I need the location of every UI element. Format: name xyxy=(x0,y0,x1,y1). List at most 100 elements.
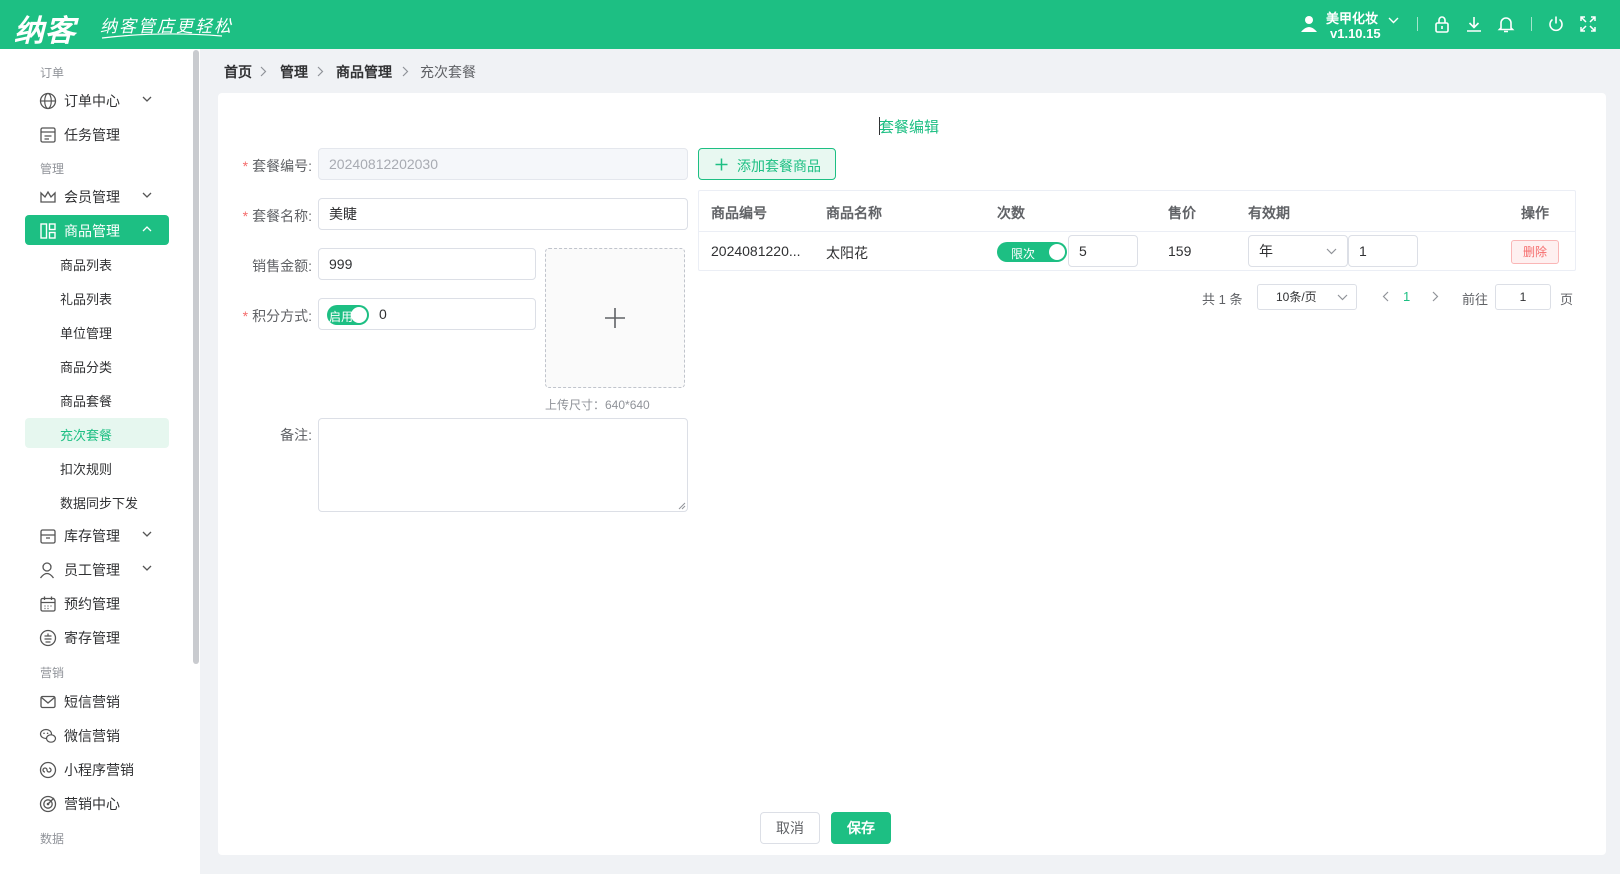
sidebar-item-order-center[interactable]: 订单中心 xyxy=(25,85,169,115)
chevron-up-icon xyxy=(142,226,152,232)
sidebar-subitem-gift-list[interactable]: 礼品列表 xyxy=(25,282,169,312)
sidebar-subitem-data-sync[interactable]: 数据同步下发 xyxy=(25,486,169,516)
prev-page-icon[interactable] xyxy=(1382,291,1389,302)
add-package-product-button[interactable]: 添加套餐商品 xyxy=(698,148,836,180)
sidebar-item-product-management[interactable]: 商品管理 xyxy=(25,215,169,245)
power-icon[interactable] xyxy=(1546,14,1566,34)
box-icon xyxy=(40,529,56,544)
next-page-icon[interactable] xyxy=(1432,291,1439,302)
sidebar-subitem-label: 扣次规则 xyxy=(60,462,113,477)
required-mark: * xyxy=(242,158,249,174)
sidebar-item-wechat-marketing[interactable]: 微信营销 xyxy=(25,720,169,750)
chevron-down-icon xyxy=(142,192,152,198)
table-header: 商品编号 xyxy=(711,205,767,221)
sidebar-item-label: 会员管理 xyxy=(64,189,120,205)
sidebar-item-marketing-center[interactable]: 营销中心 xyxy=(25,788,169,818)
lock-icon[interactable] xyxy=(1432,14,1452,34)
sidebar-subitem-product-category[interactable]: 商品分类 xyxy=(25,350,169,380)
table-divider xyxy=(699,231,1575,232)
page-size-select[interactable]: 10条/页 xyxy=(1257,284,1357,310)
fullscreen-icon[interactable] xyxy=(1578,14,1598,34)
sidebar-subitem-recharge-package[interactable]: 充次套餐 xyxy=(25,418,169,448)
delete-button[interactable]: 删除 xyxy=(1511,240,1559,264)
cell-product-code: 2024081220... xyxy=(711,243,801,259)
sidebar-item-label: 寄存管理 xyxy=(64,630,120,646)
sidebar-item-sms-marketing[interactable]: 短信营销 xyxy=(25,686,169,716)
logo: 纳客 xyxy=(14,14,76,49)
table-header: 商品名称 xyxy=(826,205,882,221)
divider xyxy=(1417,17,1418,31)
required-mark: * xyxy=(242,308,249,324)
sidebar-subitem-label: 数据同步下发 xyxy=(60,496,139,511)
code-label-text: 套餐编号: xyxy=(252,158,312,174)
toggle-text: 限次 xyxy=(1011,247,1036,261)
sidebar-section-marketing: 营销 xyxy=(40,666,65,680)
toggle-text: 启用 xyxy=(329,310,354,324)
validity-unit-select[interactable]: 年 xyxy=(1248,235,1348,267)
sidebar-section-data: 数据 xyxy=(40,832,65,846)
remark-textarea[interactable] xyxy=(318,418,688,512)
resize-handle-icon xyxy=(678,502,686,510)
amount-label: 销售金额: xyxy=(252,258,312,274)
chevron-down-icon xyxy=(142,565,152,571)
chevron-down-icon xyxy=(1326,248,1337,255)
validity-value-input[interactable]: 1 xyxy=(1348,235,1418,267)
page-size-value: 10条/页 xyxy=(1276,290,1317,304)
sidebar-item-miniprogram-marketing[interactable]: 小程序营销 xyxy=(25,754,169,784)
sale-amount-input[interactable]: 999 xyxy=(318,248,536,280)
breadcrumb-home[interactable]: 首页 xyxy=(224,62,252,82)
sidebar-subitem-unit-management[interactable]: 单位管理 xyxy=(25,316,169,346)
image-upload[interactable] xyxy=(545,248,685,388)
table-header: 次数 xyxy=(997,205,1025,221)
breadcrumb-product-management[interactable]: 商品管理 xyxy=(336,62,392,82)
globe-icon xyxy=(39,92,57,110)
goto-page-input[interactable]: 1 xyxy=(1495,284,1551,310)
sidebar-item-staff-management[interactable]: 员工管理 xyxy=(25,554,169,584)
plus-icon xyxy=(715,158,728,171)
save-button[interactable]: 保存 xyxy=(831,812,891,844)
sidebar-item-label: 预约管理 xyxy=(64,596,120,612)
sidebar-item-label: 员工管理 xyxy=(64,562,120,578)
user-name: 美甲化妆 xyxy=(1326,11,1379,26)
pagination-total: 共 1 条 xyxy=(1202,292,1243,307)
page-number[interactable]: 1 xyxy=(1403,289,1410,304)
sidebar-subitem-label: 商品套餐 xyxy=(60,394,113,409)
sidebar-item-inventory-management[interactable]: 库存管理 xyxy=(25,520,169,550)
select-value: 年 xyxy=(1259,243,1273,259)
bell-icon[interactable] xyxy=(1496,14,1516,34)
sidebar-subitem-product-package[interactable]: 商品套餐 xyxy=(25,384,169,414)
points-enable-toggle[interactable]: 启用 xyxy=(327,305,369,325)
slogan-swoosh xyxy=(101,33,223,39)
sidebar-subitem-deduction-rules[interactable]: 扣次规则 xyxy=(25,452,169,482)
sidebar-scrollbar[interactable] xyxy=(193,50,199,664)
grid-icon xyxy=(40,223,56,239)
sidebar-item-member-management[interactable]: 会员管理 xyxy=(25,181,169,211)
table-header: 售价 xyxy=(1168,205,1196,221)
sidebar-section-management: 管理 xyxy=(40,162,65,176)
breadcrumb-management[interactable]: 管理 xyxy=(280,62,308,82)
sidebar-subitem-product-list[interactable]: 商品列表 xyxy=(25,248,169,278)
sidebar-subitem-label: 充次套餐 xyxy=(60,428,113,443)
sidebar-item-appointment-management[interactable]: 预约管理 xyxy=(25,588,169,618)
package-code-input[interactable]: 20240812202030 xyxy=(318,148,688,180)
sidebar-item-deposit-management[interactable]: 寄存管理 xyxy=(25,622,169,652)
breadcrumb-current: 充次套餐 xyxy=(420,64,476,80)
chevron-right-icon xyxy=(260,66,267,77)
package-name-input[interactable]: 美睫 xyxy=(318,198,688,230)
sidebar-section-orders: 订单 xyxy=(40,66,65,80)
download-icon[interactable] xyxy=(1464,14,1484,34)
times-input[interactable]: 5 xyxy=(1068,235,1138,267)
sidebar-item-label: 营销中心 xyxy=(64,796,120,812)
package-products-table: 商品编号 商品名称 次数 售价 有效期 操作 2024081220... 太阳花… xyxy=(698,190,1576,271)
user-menu[interactable]: 美甲化妆 v1.10.15 xyxy=(1300,7,1410,43)
sidebar-subitem-label: 单位管理 xyxy=(60,326,113,341)
mail-icon xyxy=(40,695,56,709)
sidebar-item-task-management[interactable]: 任务管理 xyxy=(25,119,169,149)
times-limit-toggle[interactable]: 限次 xyxy=(997,242,1067,262)
points-label-text: 积分方式: xyxy=(252,308,312,324)
points-label: * 积分方式: xyxy=(212,306,312,326)
cancel-button[interactable]: 取消 xyxy=(760,812,820,844)
upload-size-hint: 上传尺寸：640*640 xyxy=(545,398,650,412)
code-label: * 套餐编号: xyxy=(212,156,312,176)
sidebar-item-label: 库存管理 xyxy=(64,528,120,544)
